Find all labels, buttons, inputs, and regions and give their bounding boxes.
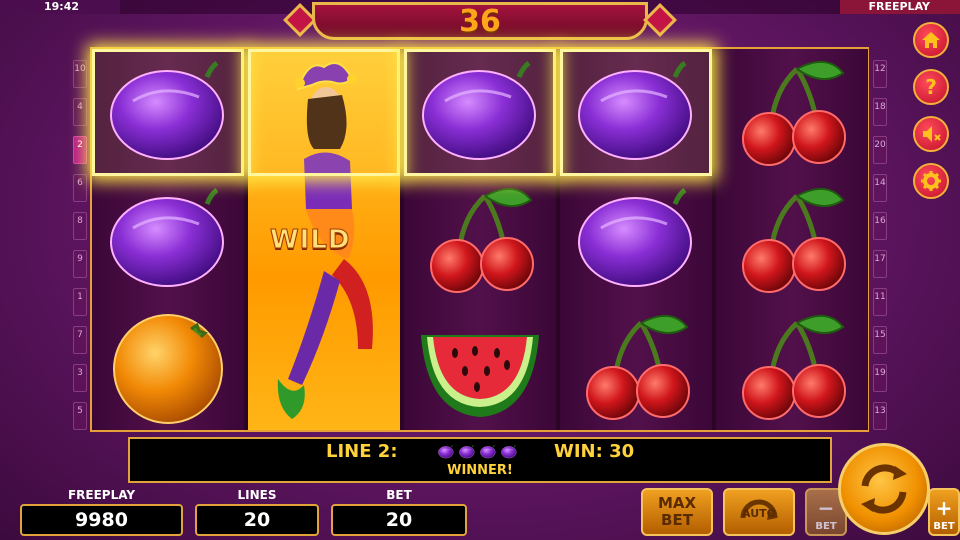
reel-3	[404, 49, 556, 430]
cherries-icon	[571, 307, 701, 427]
reel-cell-plum	[560, 176, 712, 303]
payline-number: 20	[873, 136, 887, 164]
payline-number: 1	[73, 288, 87, 316]
max-bet-label-bottom: BET	[661, 511, 693, 529]
bet-label: BET	[386, 488, 412, 502]
plum-icon	[571, 53, 701, 173]
game-mode-label: FREEPLAY	[840, 0, 960, 14]
max-bet-button[interactable]: MAX BET	[641, 488, 713, 536]
reel-cell-watermelon	[404, 303, 556, 430]
settings-button[interactable]	[913, 163, 949, 199]
reel-5	[716, 49, 868, 430]
reel-cell-cherries	[404, 176, 556, 303]
lines-stat: LINES 20	[195, 488, 319, 538]
top-counter: 36	[283, 2, 677, 40]
reel-cell-plum	[92, 176, 244, 303]
svg-text:?: ?	[925, 76, 937, 98]
auto-label: AUTO	[742, 507, 776, 520]
cherries-icon	[727, 53, 857, 173]
payline-number: 5	[73, 402, 87, 430]
cherries-icon	[727, 307, 857, 427]
reel-4	[560, 49, 712, 430]
payline-number: 11	[873, 288, 887, 316]
payline-number: 17	[873, 250, 887, 278]
freeplay-stat: FREEPLAY 9980	[20, 488, 183, 538]
plum-icon	[415, 53, 545, 173]
reel-area: WILD	[90, 47, 869, 432]
winner-text: WINNER!	[447, 463, 513, 478]
payline-number: 2	[73, 136, 87, 164]
wild-label: WILD	[270, 225, 351, 256]
plum-icon	[479, 444, 497, 460]
clock: 19:42	[0, 0, 120, 14]
payline-number: 10	[73, 60, 87, 88]
payline-number: 8	[73, 212, 87, 240]
reel-cell-cherries	[716, 49, 868, 176]
lines-value: 20	[195, 504, 319, 536]
payline-number: 9	[73, 250, 87, 278]
spin-button[interactable]	[838, 443, 930, 535]
orange-icon	[103, 307, 233, 427]
payline-number: 16	[873, 212, 887, 240]
freeplay-label: FREEPLAY	[67, 488, 136, 502]
plum-icon	[571, 180, 701, 300]
payline-number: 13	[873, 402, 887, 430]
reel-cell-orange	[92, 303, 244, 430]
plum-icon	[458, 444, 476, 460]
payline-number: 7	[73, 326, 87, 354]
payline-number: 6	[73, 174, 87, 202]
watermelon-icon	[415, 307, 545, 427]
lines-label: LINES	[237, 488, 277, 502]
spin-arrows-icon	[861, 464, 907, 514]
plum-icon	[103, 180, 233, 300]
payline-number: 14	[873, 174, 887, 202]
cherries-icon	[415, 180, 545, 300]
payline-numbers-left: 10 4 2 6 8 9 1 7 3 5	[73, 60, 87, 440]
payline-number: 3	[73, 364, 87, 392]
line-symbols	[437, 444, 518, 460]
gear-icon	[921, 171, 941, 191]
reel-cell-cherries	[716, 176, 868, 303]
home-button[interactable]	[913, 22, 949, 58]
line-label: LINE 2:	[326, 441, 398, 462]
sound-toggle-button[interactable]	[913, 116, 949, 152]
reel-cell-plum	[404, 49, 556, 176]
counter-value: 36	[459, 4, 501, 39]
auto-play-button[interactable]: AUTO	[723, 488, 795, 536]
payline-numbers-right: 12 18 20 14 16 17 11 15 19 13	[873, 60, 887, 440]
payline-number: 12	[873, 60, 887, 88]
reel-1	[92, 49, 244, 430]
max-bet-label-top: MAX	[657, 494, 697, 512]
payline-number: 19	[873, 364, 887, 392]
bet-stat: BET 20	[331, 488, 467, 538]
bet-decrease-label: BET	[815, 521, 837, 532]
reel-cell-plum	[560, 49, 712, 176]
reel-cell-cherries	[716, 303, 868, 430]
help-button[interactable]: ?	[913, 69, 949, 105]
home-icon	[922, 32, 940, 48]
reel-2: WILD	[248, 49, 400, 430]
win-amount: WIN: 30	[554, 441, 635, 462]
bet-increase-label: BET	[933, 521, 955, 532]
plum-icon	[500, 444, 518, 460]
payline-number: 4	[73, 98, 87, 126]
help-icon: ?	[925, 76, 937, 98]
reel-cell-wild	[248, 49, 400, 176]
bet-value: 20	[331, 504, 467, 536]
freeplay-value: 9980	[20, 504, 183, 536]
reel-cell-plum	[92, 49, 244, 176]
sound-off-icon	[923, 126, 941, 142]
cherries-icon	[727, 180, 857, 300]
plus-icon: +	[935, 496, 953, 520]
bet-increase-button[interactable]: + BET	[928, 488, 960, 536]
plum-icon	[103, 53, 233, 173]
payline-number: 15	[873, 326, 887, 354]
win-info-bar: LINE 2: WIN: 30 WINNER!	[128, 437, 832, 483]
plum-icon	[437, 444, 455, 460]
payline-number: 18	[873, 98, 887, 126]
reel-cell-cherries	[560, 303, 712, 430]
